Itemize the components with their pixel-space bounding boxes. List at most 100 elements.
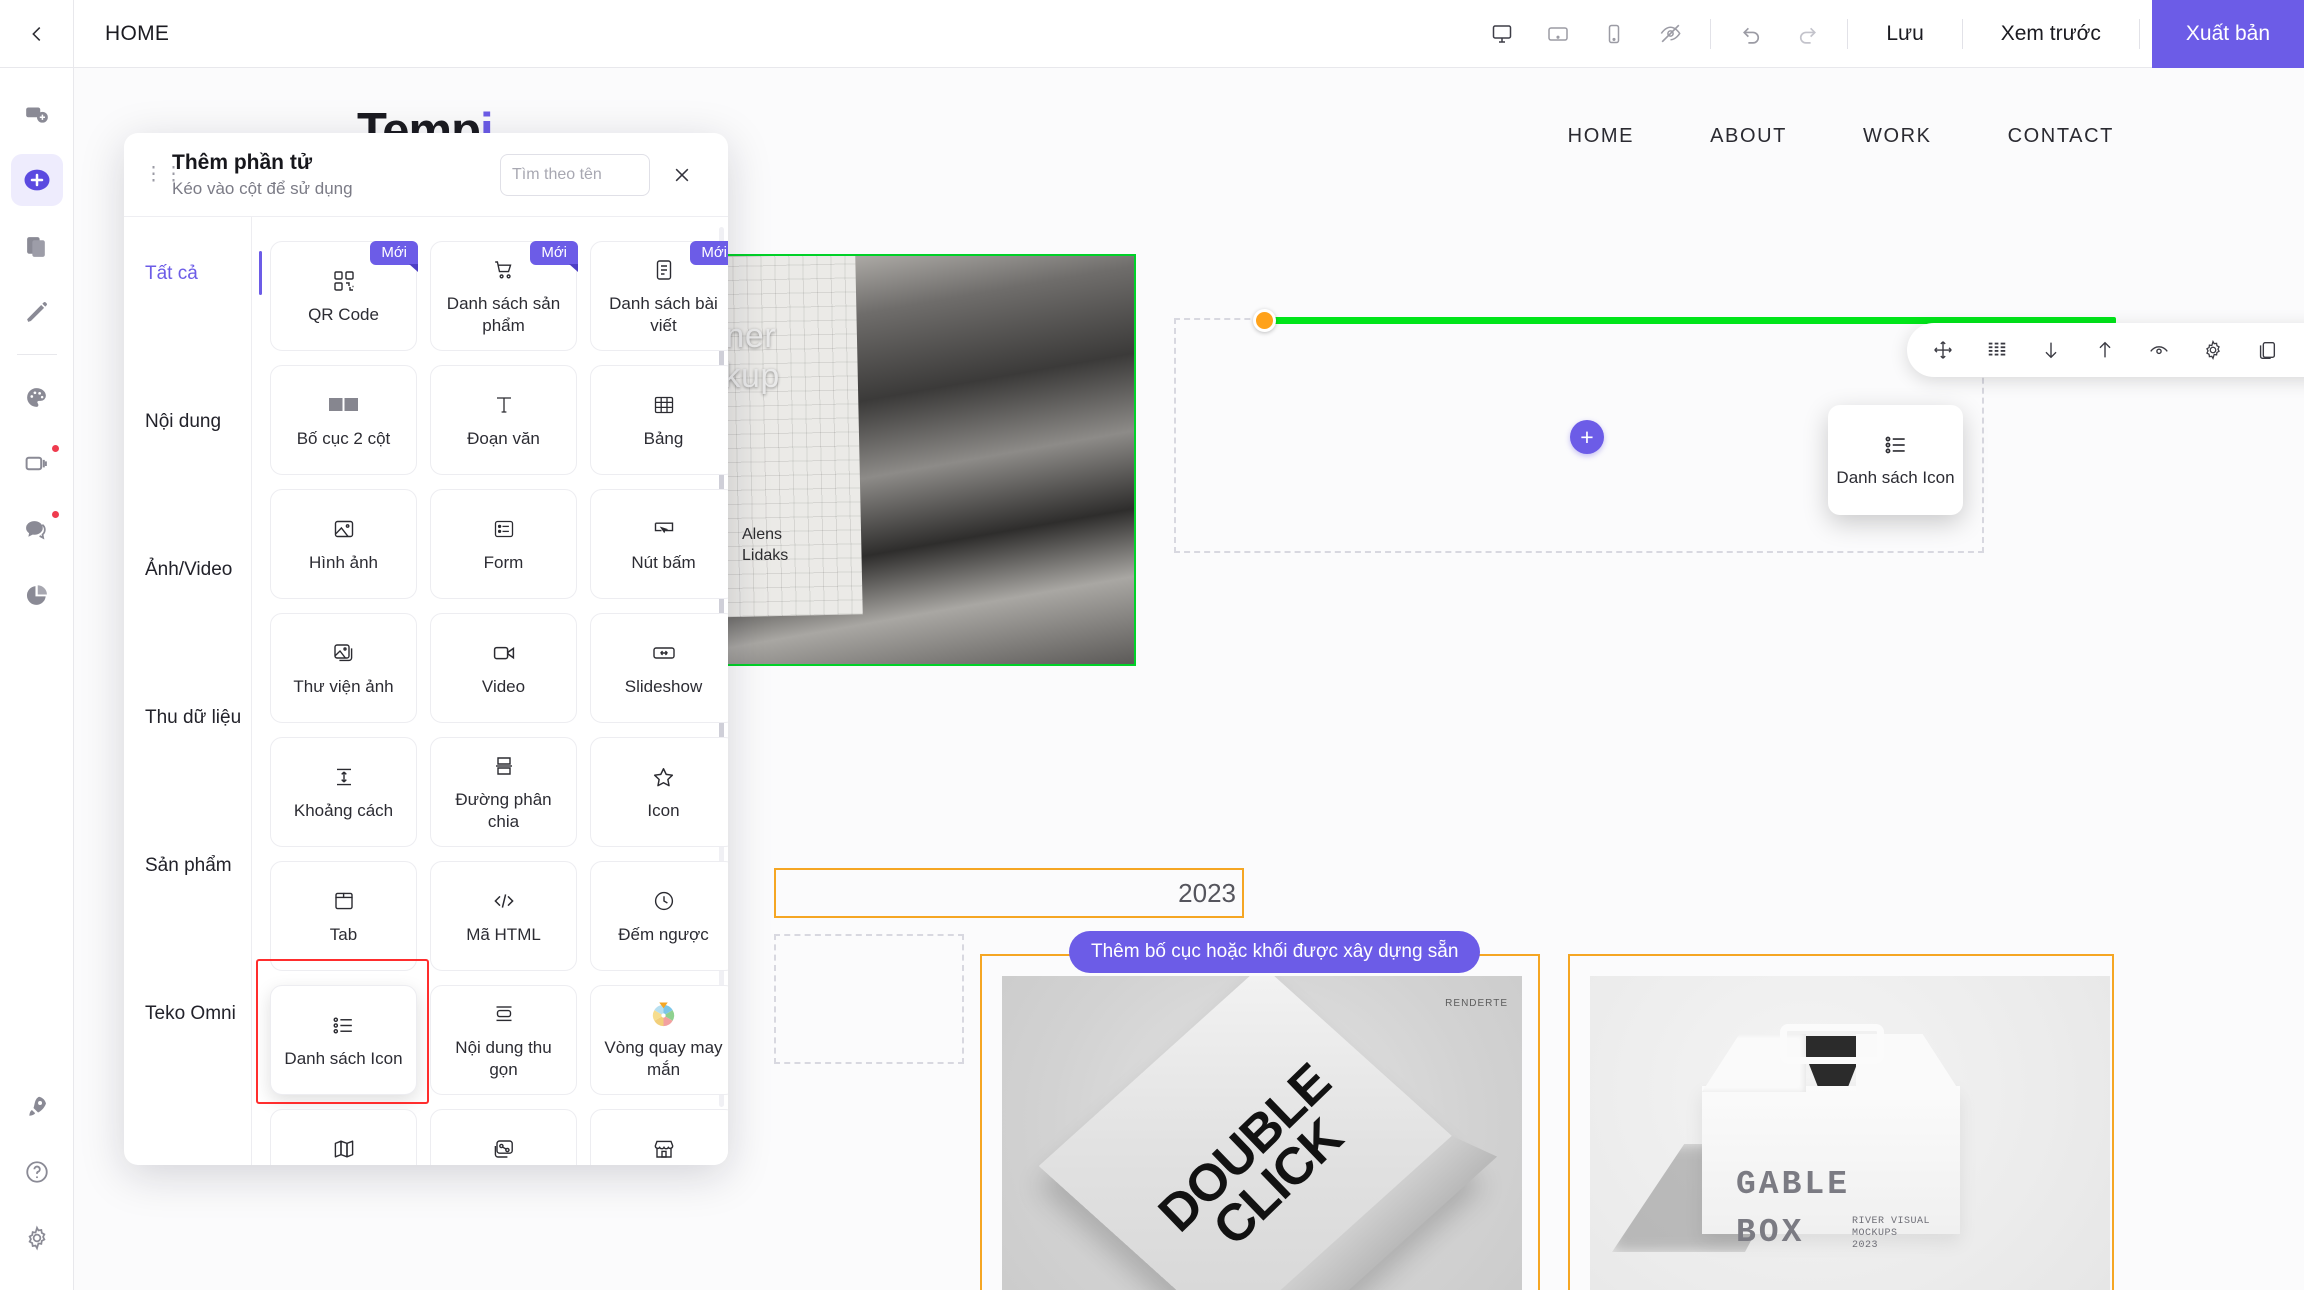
delete-button[interactable] (2295, 328, 2304, 372)
element-html-code[interactable]: Mã HTML (430, 861, 577, 971)
sidebar-item-edit[interactable] (11, 286, 63, 338)
sidebar-item-add-element[interactable] (10, 154, 63, 206)
element-icon-list[interactable]: Danh sách Icon (270, 985, 417, 1095)
move-up-button[interactable] (2079, 328, 2131, 372)
back-button[interactable] (0, 0, 74, 67)
publish-button[interactable]: Xuất bản (2151, 0, 2304, 68)
element-button[interactable]: Nút bấm (590, 489, 728, 599)
sidebar-item-settings[interactable] (11, 1212, 63, 1264)
category-thu-du-lieu[interactable]: Thu dữ liệu (134, 691, 251, 744)
element-label: Nút bấm (631, 553, 696, 572)
nav-item-contact[interactable]: CONTACT (2008, 125, 2114, 148)
element-label: Danh sách Icon (284, 1049, 403, 1068)
add-element-panel[interactable]: ⋮⋮ Thêm phần tử Kéo vào cột để sử dụng T… (124, 133, 728, 1165)
photo-gable-handle (1780, 1024, 1884, 1064)
sidebar-item-popups[interactable] (11, 437, 63, 489)
image-icon (332, 514, 356, 544)
element-slideshow[interactable]: Slideshow (590, 613, 728, 723)
search-box[interactable] (500, 153, 650, 196)
eye-hide-icon (2150, 346, 2168, 355)
drop-indicator-handle[interactable] (1253, 309, 1276, 332)
layers-icon (25, 456, 47, 470)
element-table[interactable]: Bảng (590, 365, 728, 475)
element-icon[interactable]: Icon (590, 737, 728, 847)
photo-gable-body (1702, 1024, 1960, 1234)
rocket-icon (29, 1096, 46, 1116)
add-block-button[interactable]: + (1570, 420, 1604, 454)
hide-preview-button[interactable] (1642, 0, 1698, 67)
element-accordion[interactable]: Nội dung thu gọn (430, 985, 577, 1095)
category-teko-omni[interactable]: Teko Omni (134, 987, 251, 1040)
sidebar-item-rocket[interactable] (11, 1080, 63, 1132)
redo-button[interactable] (1779, 0, 1835, 67)
preview-button[interactable]: Xem trước (1975, 0, 2127, 67)
pie-chart-icon (26, 584, 47, 605)
grid-icon (1988, 342, 2006, 356)
element-settings-button[interactable] (2187, 328, 2239, 372)
save-button[interactable]: Lưu (1860, 0, 1949, 67)
hide-element-button[interactable] (2133, 328, 2185, 372)
drag-grip-icon[interactable]: ⋮⋮ (144, 165, 183, 184)
hero-image[interactable]: nner ckup Alens Lidaks (694, 256, 1134, 664)
photo-gable-box[interactable]: GABLE BOX RIVER VISUAL MOCKUPS 2023 (1590, 976, 2110, 1290)
move-down-button[interactable] (2025, 328, 2077, 372)
element-gallery[interactable]: Thư viện ảnh (270, 613, 417, 723)
nav-item-about[interactable]: ABOUT (1710, 125, 1787, 148)
photo-double-click[interactable]: RENDERTE DOUBLE CLICK (1002, 976, 1522, 1290)
move-button[interactable] (1917, 328, 1969, 372)
element-map[interactable]: Bản đồ (270, 1109, 417, 1165)
element-label: Icon (647, 801, 680, 820)
notification-dot (51, 511, 59, 518)
element-label: Danh sách sản phẩm (446, 294, 561, 335)
undo-button[interactable] (1723, 0, 1779, 67)
element-video[interactable]: Video (430, 613, 577, 723)
layout-button[interactable] (1971, 328, 2023, 372)
element-store-list[interactable]: Danh sách (590, 1109, 728, 1165)
sidebar-item-analytics[interactable] (11, 569, 63, 621)
year-label: 2023 (1178, 877, 1236, 908)
element-spacer[interactable]: Khoảng cách (270, 737, 417, 847)
left-empty-block[interactable] (774, 934, 964, 1064)
search-input[interactable] (501, 154, 649, 195)
element-form[interactable]: Form (430, 489, 577, 599)
category-noi-dung[interactable]: Nội dung (134, 395, 251, 448)
sidebar-item-pages[interactable] (11, 220, 63, 272)
element-label: Đoạn văn (467, 429, 540, 448)
element-article-list[interactable]: Mới Danh sách bài viết (590, 241, 728, 351)
panel-header: ⋮⋮ Thêm phần tử Kéo vào cột để sử dụng (124, 133, 728, 217)
qr-code-icon (332, 266, 356, 296)
badge-new: Mới (690, 241, 728, 265)
sidebar-item-sections[interactable] (11, 88, 63, 140)
photo-rendered-tag: RENDERTE (1445, 998, 1508, 1009)
tablet-view-button[interactable] (1530, 0, 1586, 67)
nav-item-home[interactable]: HOME (1568, 125, 1634, 148)
element-image[interactable]: Hình ảnh (270, 489, 417, 599)
element-tab[interactable]: Tab (270, 861, 417, 971)
sidebar-item-help[interactable] (11, 1146, 63, 1198)
duplicate-button[interactable] (2241, 328, 2293, 372)
element-label: Mã HTML (466, 925, 541, 944)
photo-gable-line2: BOX (1736, 1214, 1805, 1251)
chevron-left-icon (31, 26, 40, 41)
nav-item-work[interactable]: WORK (1863, 125, 1932, 148)
element-two-column[interactable]: Bố cục 2 cột (270, 365, 417, 475)
element-qr-code[interactable]: Mới QR Code (270, 241, 418, 351)
desktop-view-button[interactable] (1474, 0, 1530, 67)
element-product-list[interactable]: Mới Danh sách sản phẩm (430, 241, 578, 351)
category-anh-video[interactable]: Ảnh/Video (134, 543, 251, 596)
category-san-pham[interactable]: Sản phẩm (134, 839, 251, 892)
element-social-icons[interactable]: Icon mạng xã (430, 1109, 577, 1165)
drag-ghost-card[interactable]: Danh sách Icon (1828, 405, 1963, 515)
element-divider[interactable]: Đường phân chia (430, 737, 577, 847)
sidebar-item-chat[interactable] (11, 503, 63, 555)
duplicate-icon (2259, 341, 2276, 359)
close-panel-button[interactable] (662, 155, 702, 195)
element-label: Thư viện ảnh (293, 677, 394, 696)
sidebar-item-theme[interactable] (11, 371, 63, 423)
element-countdown[interactable]: Đếm ngược (590, 861, 728, 971)
element-paragraph[interactable]: Đoạn văn (430, 365, 577, 475)
mobile-view-button[interactable] (1586, 0, 1642, 67)
category-tat-ca[interactable]: Tất cả (134, 247, 262, 300)
element-lucky-wheel[interactable]: Vòng quay may mắn (590, 985, 728, 1095)
page-title: HOME (105, 21, 170, 45)
